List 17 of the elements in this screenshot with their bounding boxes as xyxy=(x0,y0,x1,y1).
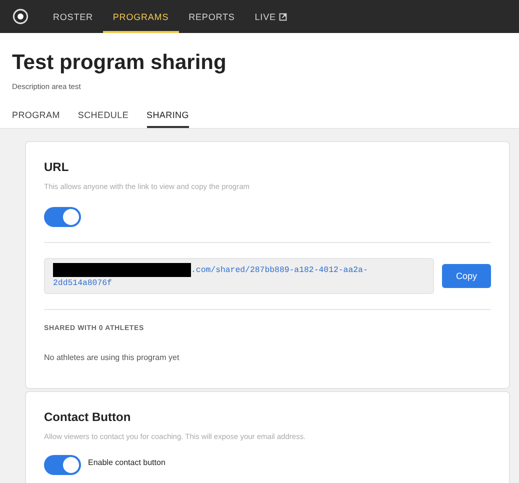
empty-message: No athletes are using this program yet xyxy=(44,353,180,362)
nav-link[interactable]: ROSTER xyxy=(43,0,103,33)
toggle-label: Enable contact button xyxy=(88,458,166,467)
logo-icon[interactable] xyxy=(12,8,29,25)
page-title: Test program sharing xyxy=(12,51,228,75)
toggle-switch[interactable] xyxy=(44,207,81,227)
card-title: URL xyxy=(44,160,70,174)
nav-link[interactable]: PROGRAMS xyxy=(102,0,179,33)
card-title: Contact Button xyxy=(44,410,132,424)
share-link-field[interactable]: .com/shared/287bb889-a182-4012-aa2a-2dd514a8076f xyxy=(44,258,434,294)
tab[interactable]: SCHEDULE xyxy=(78,110,129,128)
toggle-switch[interactable] xyxy=(44,455,81,475)
nav-link[interactable]: REPORTS xyxy=(178,0,245,33)
tab[interactable]: PROGRAM xyxy=(12,110,60,128)
copy-button[interactable]: Copy xyxy=(442,264,491,288)
external-link-icon xyxy=(278,12,287,20)
nav-link[interactable]: LIVE xyxy=(244,0,297,33)
